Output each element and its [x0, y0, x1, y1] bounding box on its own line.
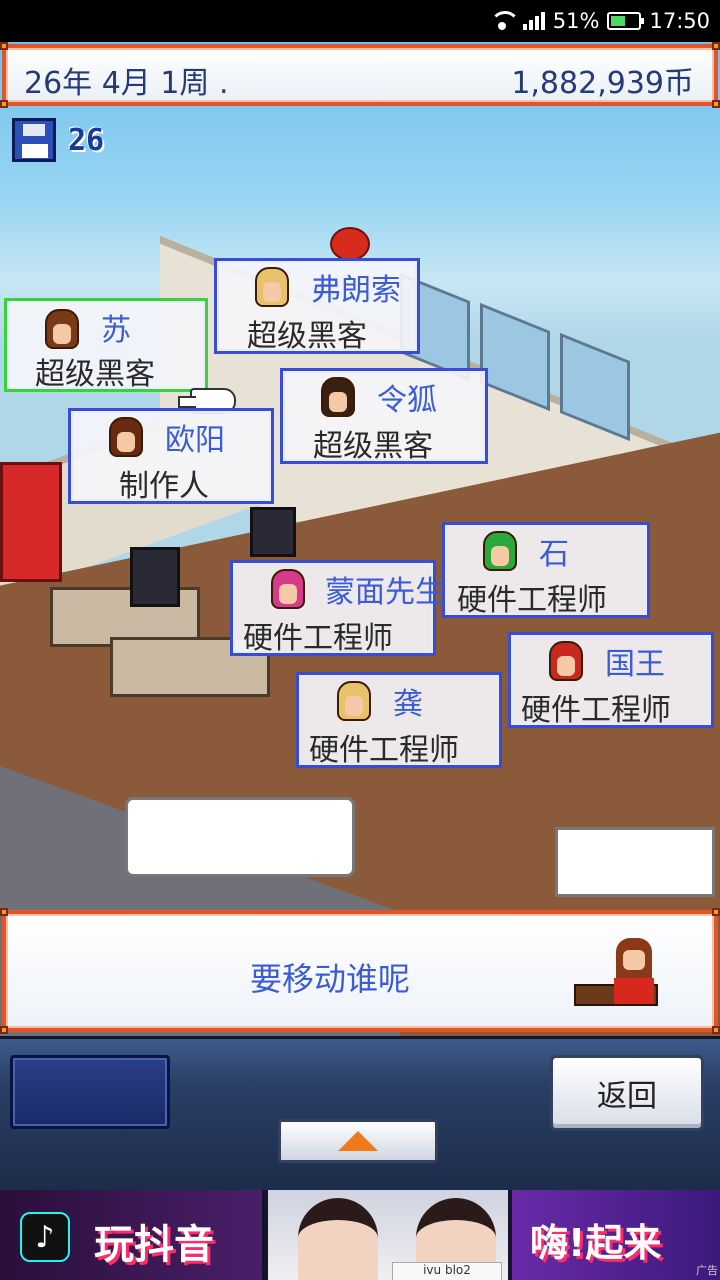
staff-card-folangsuo[interactable]: 弗朗索 超级黑客 [214, 258, 420, 354]
staff-avatar [271, 569, 305, 609]
status-bar: 51% 17:50 [0, 0, 720, 42]
back-button[interactable]: 返回 [550, 1055, 704, 1131]
reception-counter [125, 797, 355, 877]
staff-card-su[interactable]: 苏 超级黑客 [4, 298, 208, 392]
shelf [555, 827, 715, 897]
money-counter: 1,882,939币 [511, 66, 694, 101]
empty-slot-button[interactable] [10, 1055, 170, 1129]
save-count: 26 [68, 122, 105, 158]
ad-photo: ivu blo2 [268, 1190, 508, 1280]
staff-name: 令狐 [377, 383, 437, 418]
computer-monitor [250, 507, 296, 557]
control-panel: 返回 [0, 1036, 720, 1190]
staff-avatar [45, 309, 79, 349]
staff-name: 龚 [393, 687, 423, 722]
staff-avatar [321, 377, 355, 417]
staff-role: 超级黑客 [313, 429, 433, 464]
wifi-icon [489, 11, 520, 31]
staff-card-ouyang[interactable]: 欧阳 制作人 [68, 408, 274, 504]
staff-name: 国王 [605, 647, 665, 682]
frame-corner [712, 100, 720, 108]
up-arrow-icon [338, 1131, 378, 1151]
staff-role: 制作人 [119, 469, 209, 504]
floppy-disk-icon [12, 118, 56, 162]
staff-role: 硬件工程师 [309, 733, 459, 768]
frame-corner [0, 1026, 8, 1034]
staff-avatar [549, 641, 583, 681]
frame-corner [712, 1026, 720, 1034]
staff-avatar [483, 531, 517, 571]
secretary-icon [574, 938, 674, 1006]
staff-role: 超级黑客 [35, 357, 155, 392]
expand-menu-button[interactable] [278, 1119, 438, 1163]
message-text: 要移动谁呢 [249, 960, 410, 998]
staff-card-gong[interactable]: 龚 硬件工程师 [296, 672, 502, 768]
staff-avatar [109, 417, 143, 457]
tiktok-logo-icon: ♪ [20, 1212, 70, 1262]
staff-name: 欧阳 [165, 423, 225, 458]
game-viewport[interactable]: 26年 4月 1周 . 1,882,939币 26 苏 超级黑客 弗朗索 超级黑… [0, 42, 720, 1190]
frame-corner [712, 42, 720, 50]
staff-name: 石 [539, 537, 569, 572]
staff-name: 蒙面先生 [325, 575, 445, 610]
frame-corner [0, 908, 8, 916]
frame-corner [712, 908, 720, 916]
staff-role: 超级黑客 [247, 319, 367, 354]
staff-card-guowang[interactable]: 国王 硬件工程师 [508, 632, 714, 728]
staff-name: 弗朗索 [311, 273, 401, 308]
staff-role: 硬件工程师 [521, 693, 671, 728]
staff-name: 苏 [101, 313, 131, 348]
staff-card-mengmian[interactable]: 蒙面先生 硬件工程师 [230, 560, 445, 656]
staff-card-linghu[interactable]: 令狐 超级黑客 [280, 368, 488, 464]
signal-icon [522, 12, 545, 30]
ad-banner[interactable]: ♪ 玩抖音 ivu blo2 嗨!起来 广告 [0, 1190, 720, 1280]
staff-card-shi[interactable]: 石 硬件工程师 [442, 522, 650, 618]
game-date: 26年 4月 1周 . [24, 66, 229, 101]
frame-corner [0, 42, 8, 50]
ad-slogan-right: 嗨!起来 [530, 1221, 662, 1265]
info-bar: 26年 4月 1周 . 1,882,939币 [0, 42, 720, 108]
ad-slogan-left: 玩抖音 [94, 1222, 214, 1268]
clock: 17:50 [649, 9, 710, 33]
red-lantern-icon [330, 227, 370, 261]
computer-monitor [130, 547, 180, 607]
ad-person [298, 1198, 378, 1280]
staff-avatar [255, 267, 289, 307]
battery-percent: 51% [552, 9, 600, 33]
save-badge[interactable]: 26 [12, 118, 104, 162]
ad-shirt-text: ivu blo2 [392, 1262, 502, 1280]
staff-role: 硬件工程师 [457, 583, 607, 618]
battery-icon [607, 12, 645, 30]
staff-role: 硬件工程师 [243, 621, 393, 656]
message-box: 要移动谁呢 [0, 908, 720, 1034]
vending-machine [0, 462, 62, 582]
staff-avatar [337, 681, 371, 721]
frame-corner [0, 100, 8, 108]
ad-tag: 广告 [696, 1264, 718, 1277]
